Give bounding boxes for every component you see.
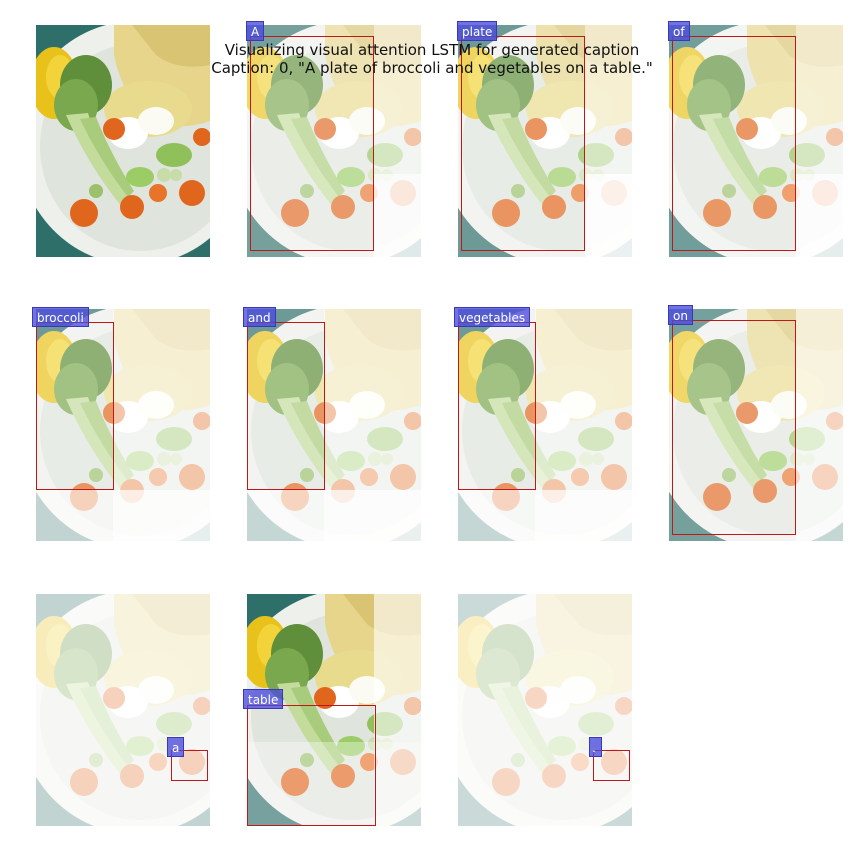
word-tag: and (243, 307, 276, 327)
figure-title: Visualizing visual attention LSTM for ge… (224, 41, 640, 59)
word-tag: a (167, 737, 185, 757)
panel-word-9: table (243, 594, 421, 826)
word-tag: on (668, 305, 693, 325)
attention-box (36, 322, 114, 490)
panel-word-6: vegetables (454, 307, 632, 541)
word-tag: A (246, 21, 265, 41)
word-tag: table (243, 689, 284, 709)
panel-word-5: and (243, 307, 421, 541)
word-tag: broccoli (32, 307, 89, 327)
word-tag: of (668, 21, 690, 41)
panel-word-4: broccoli (32, 307, 210, 541)
panel-word-7: on (668, 305, 843, 541)
attention-box (458, 322, 536, 490)
word-tag: vegetables (454, 307, 531, 327)
panel-word-8: a (36, 594, 210, 826)
caption-line: Caption: 0, "A plate of broccoli and veg… (211, 59, 653, 77)
attention-box (672, 320, 796, 535)
panel-word-10: . (458, 594, 632, 826)
attention-box (247, 705, 376, 826)
word-tag: plate (457, 21, 498, 41)
attention-box (247, 322, 325, 490)
word-tag: . (589, 737, 602, 757)
